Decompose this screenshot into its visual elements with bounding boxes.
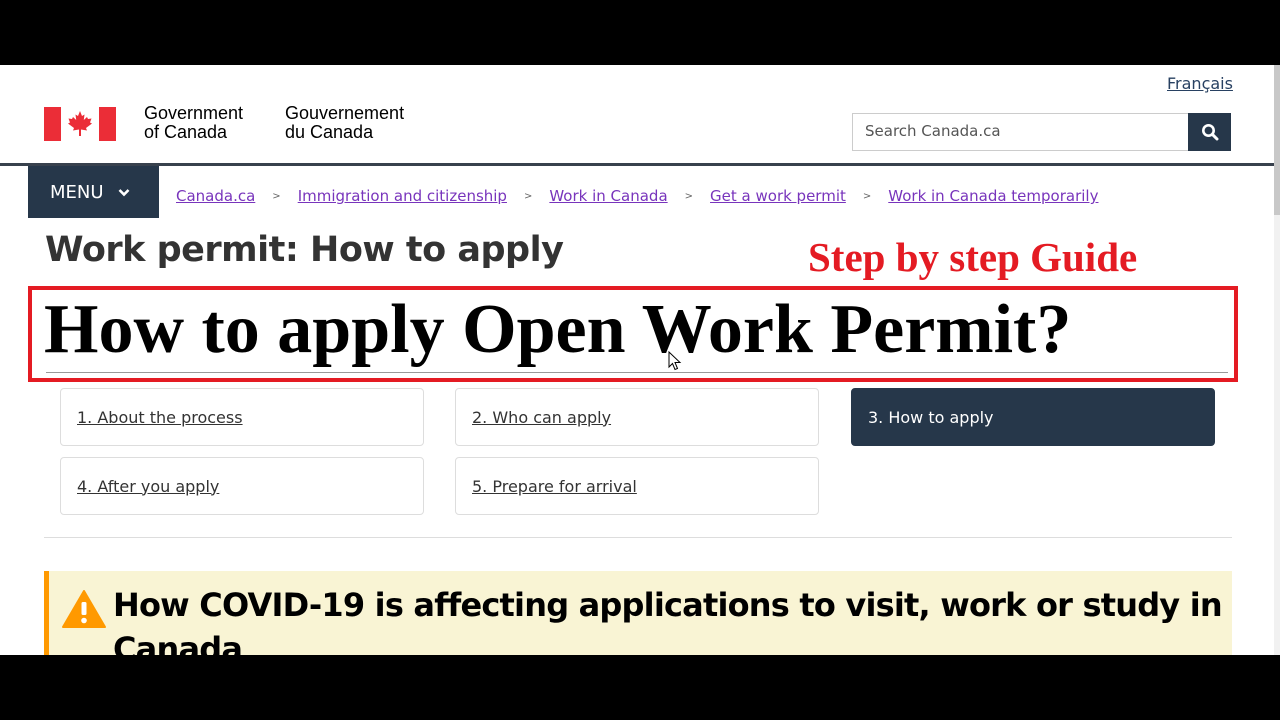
breadcrumb-link-work-temporarily[interactable]: Work in Canada temporarily <box>888 187 1098 205</box>
language-toggle-link[interactable]: Français <box>1167 74 1233 93</box>
breadcrumb-separator-icon: > <box>523 190 533 202</box>
mouse-cursor-icon <box>668 351 682 371</box>
page-title: Work permit: How to apply <box>45 230 564 270</box>
step-nav-after-you-apply[interactable]: 4. After you apply <box>60 457 424 515</box>
breadcrumb-link-work-in-canada[interactable]: Work in Canada <box>549 187 667 205</box>
chevron-down-icon <box>118 188 129 196</box>
canada-flag-logo[interactable] <box>44 107 116 141</box>
gov-wordmark-en-line1: Government <box>144 103 244 123</box>
breadcrumb-link-get-work-permit[interactable]: Get a work permit <box>710 187 846 205</box>
breadcrumb-separator-icon: > <box>684 190 694 202</box>
alert-heading: How COVID-19 is affecting applications t… <box>113 586 1223 655</box>
overlay-title: How to apply Open Work Permit? <box>44 291 1072 368</box>
flag-bar-right <box>99 107 116 141</box>
gov-wordmark-en: Government of Canada <box>144 104 243 142</box>
maple-leaf-icon <box>68 111 92 136</box>
overlay-underline <box>46 372 1228 373</box>
step-current-label: 3. How to apply <box>868 407 994 427</box>
browser-page: Français Government of Canada Gouverneme… <box>0 65 1280 655</box>
step-nav-about-process[interactable]: 1. About the process <box>60 388 424 446</box>
covid-alert: How COVID-19 is affecting applications t… <box>44 571 1232 655</box>
step-nav-prepare-arrival[interactable]: 5. Prepare for arrival <box>455 457 819 515</box>
gov-wordmark-fr-line2: du Canada <box>285 122 374 142</box>
scrollbar-thumb[interactable] <box>1274 65 1280 215</box>
step-link[interactable]: 1. About the process <box>77 408 243 427</box>
search-icon <box>1201 124 1218 141</box>
gov-wordmark-fr: Gouvernement du Canada <box>285 104 404 142</box>
search-placeholder: Search Canada.ca <box>865 122 1001 140</box>
warning-icon <box>62 590 106 628</box>
menu-label: MENU <box>50 181 104 203</box>
flag-bar-left <box>44 107 61 141</box>
breadcrumb: Canada.ca > Immigration and citizenship … <box>176 187 1098 205</box>
step-link[interactable]: 5. Prepare for arrival <box>472 477 637 496</box>
overlay-title-box: How to apply Open Work Permit? <box>28 286 1238 382</box>
step-link[interactable]: 4. After you apply <box>77 477 219 496</box>
breadcrumb-separator-icon: > <box>862 190 872 202</box>
breadcrumb-separator-icon: > <box>272 190 281 202</box>
search-button[interactable] <box>1188 113 1231 151</box>
step-link[interactable]: 2. Who can apply <box>472 408 611 427</box>
search-input[interactable]: Search Canada.ca <box>852 113 1188 151</box>
video-letterbox-top <box>0 0 1280 65</box>
content-divider <box>44 537 1232 538</box>
breadcrumb-link-canada[interactable]: Canada.ca <box>176 187 255 205</box>
gov-wordmark-en-line2: of Canada <box>144 122 228 142</box>
gov-wordmark-fr-line1: Gouvernement <box>285 103 405 123</box>
breadcrumb-link-immigration[interactable]: Immigration and citizenship <box>298 187 507 205</box>
step-nav-who-can-apply[interactable]: 2. Who can apply <box>455 388 819 446</box>
video-letterbox-bottom <box>0 655 1280 720</box>
page-scrollbar[interactable] <box>1274 65 1280 655</box>
step-nav-how-to-apply-current[interactable]: 3. How to apply <box>851 388 1215 446</box>
menu-button[interactable]: MENU <box>28 166 159 218</box>
header-divider <box>0 163 1274 166</box>
overlay-subtitle: Step by step Guide <box>808 234 1138 280</box>
